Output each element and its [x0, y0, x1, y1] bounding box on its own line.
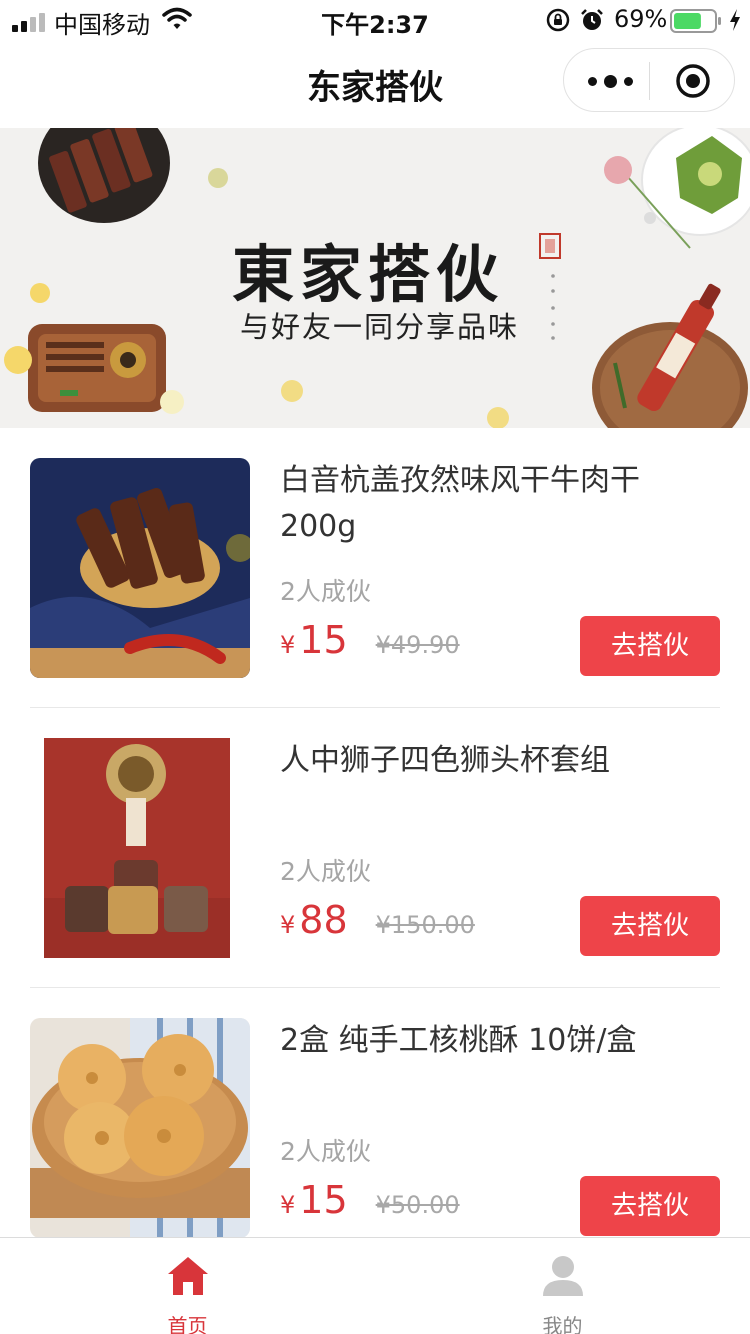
nav-bar: 东家搭伙 — [0, 40, 750, 128]
original-price: ¥50.00 — [375, 1191, 460, 1219]
lock-rotation-icon — [546, 8, 570, 32]
tab-label: 我的 — [542, 1314, 583, 1334]
product-item[interactable]: 人中狮子四色狮头杯套组 2人成伙 ¥ 88 ¥150.00 去搭伙 — [0, 708, 750, 988]
price-row: ¥ 15 ¥50.00 — [280, 1178, 460, 1228]
product-name: 白音杭盖孜然味风干牛肉干200g — [280, 463, 640, 544]
tab-home[interactable]: 首页 — [0, 1238, 375, 1334]
banner-subtitle: 与好友一同分享品味 — [240, 310, 520, 344]
tab-bar: 首页 我的 — [0, 1237, 750, 1334]
promo-banner[interactable]: 東家搭伙 与好友一同分享品味 — [0, 128, 750, 428]
home-icon — [168, 1257, 208, 1295]
original-price: ¥150.00 — [375, 911, 475, 939]
battery-percent: 69% — [614, 5, 668, 33]
charging-icon — [730, 9, 740, 31]
group-size-label: 2人成伙 — [280, 857, 371, 886]
group-size-label: 2人成伙 — [280, 577, 371, 606]
alarm-icon — [581, 9, 603, 30]
group-size-label: 2人成伙 — [280, 1137, 371, 1166]
banner-title: 東家搭伙 — [232, 238, 505, 311]
price-row: ¥ 15 ¥49.90 — [280, 618, 460, 668]
product-image-lion-cup-set[interactable] — [30, 738, 250, 958]
price-row: ¥ 88 ¥150.00 — [280, 898, 475, 948]
mini-program-capsule — [563, 48, 735, 112]
battery-icon — [670, 9, 721, 33]
product-item[interactable]: 2盒 纯手工核桃酥 10饼/盒 2人成伙 ¥ 15 ¥50.00 去搭伙 — [0, 988, 750, 1268]
join-group-button[interactable]: 去搭伙 — [580, 1176, 720, 1236]
currency-symbol: ¥ — [280, 631, 296, 659]
user-icon — [543, 1256, 583, 1296]
status-bar: 中国移动 下午2:37 69% — [0, 0, 750, 40]
product-item[interactable]: 白音杭盖孜然味风干牛肉干200g 2人成伙 ¥ 15 ¥49.90 去搭伙 — [0, 428, 750, 708]
group-price: 15 — [299, 618, 348, 662]
more-icon[interactable] — [582, 63, 638, 99]
product-name: 2盒 纯手工核桃酥 10饼/盒 — [280, 1023, 637, 1058]
group-price: 88 — [299, 898, 348, 942]
currency-symbol: ¥ — [280, 911, 296, 939]
product-image-beef-jerky[interactable] — [30, 458, 250, 678]
product-image-walnut-cookie[interactable] — [30, 1018, 250, 1238]
tab-label: 首页 — [167, 1314, 208, 1334]
tab-mine[interactable]: 我的 — [375, 1238, 750, 1334]
join-group-button[interactable]: 去搭伙 — [580, 896, 720, 956]
close-icon[interactable] — [674, 62, 712, 100]
join-group-button[interactable]: 去搭伙 — [580, 616, 720, 676]
currency-symbol: ¥ — [280, 1191, 296, 1219]
original-price: ¥49.90 — [375, 631, 460, 659]
group-price: 15 — [299, 1178, 348, 1222]
capsule-divider — [649, 62, 650, 100]
product-name: 人中狮子四色狮头杯套组 — [280, 743, 610, 778]
